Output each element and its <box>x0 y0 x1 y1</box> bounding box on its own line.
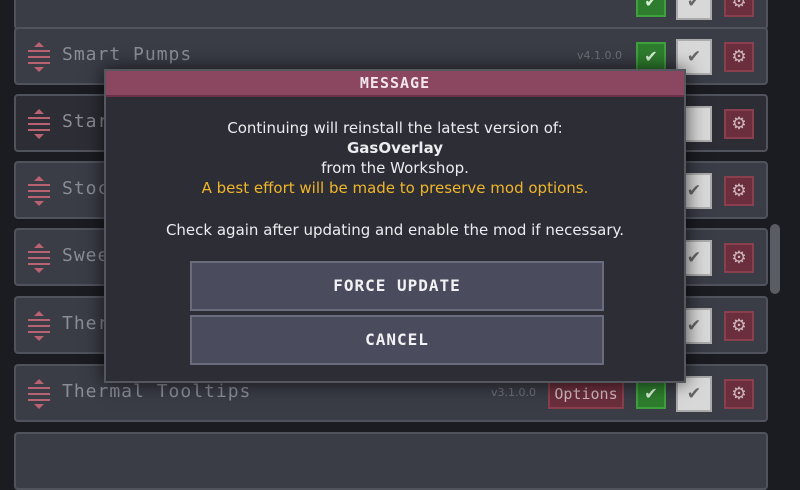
drag-handle-icon[interactable] <box>28 243 50 273</box>
enabled-check-icon[interactable]: ✔ <box>636 0 666 17</box>
mod-title: Smart Pumps <box>62 44 193 65</box>
gear-icon[interactable]: ⚙ <box>724 379 754 409</box>
dialog-body: Continuing will reinstall the latest ver… <box>106 97 684 240</box>
drag-handle-icon[interactable] <box>28 109 50 139</box>
gear-icon[interactable]: ⚙ <box>724 42 754 72</box>
gear-icon[interactable]: ⚙ <box>724 311 754 341</box>
dialog-title: MESSAGE <box>106 71 684 97</box>
mod-title: Swee <box>62 245 110 266</box>
drag-handle-icon[interactable] <box>28 379 50 409</box>
gear-icon[interactable]: ⚙ <box>724 176 754 206</box>
dialog-instructions: Check again after updating and enable th… <box>165 221 625 239</box>
mod-version: v4.1.0.0 <box>577 49 622 62</box>
check-button[interactable]: ✔ <box>676 0 712 20</box>
dialog-line: from the Workshop. <box>321 159 469 177</box>
mod-row <box>14 432 768 490</box>
gear-icon[interactable]: ⚙ <box>724 243 754 273</box>
force-update-button[interactable]: FORCE UPDATE <box>190 261 604 311</box>
drag-handle-icon[interactable] <box>28 42 50 72</box>
cancel-button[interactable]: CANCEL <box>190 315 604 365</box>
drag-handle-icon[interactable] <box>28 176 50 206</box>
mod-name: GasOverlay <box>346 139 444 157</box>
options-button[interactable]: Options <box>548 379 624 409</box>
gear-icon[interactable]: ⚙ <box>724 0 754 17</box>
mod-title: Thermal Tooltips <box>62 381 252 402</box>
enabled-check-icon[interactable]: ✔ <box>636 42 666 72</box>
scrollbar[interactable] <box>770 224 780 294</box>
dialog-line: Continuing will reinstall the latest ver… <box>227 119 563 137</box>
enabled-check-icon[interactable]: ✔ <box>636 379 666 409</box>
message-dialog: MESSAGE Continuing will reinstall the la… <box>104 69 686 383</box>
drag-handle-icon[interactable] <box>28 311 50 341</box>
gear-icon[interactable]: ⚙ <box>724 109 754 139</box>
mod-row: ✔ ✔ ⚙ <box>14 0 768 30</box>
mod-version: v3.1.0.0 <box>491 386 536 399</box>
warning-text: A best effort will be made to preserve m… <box>201 179 589 197</box>
